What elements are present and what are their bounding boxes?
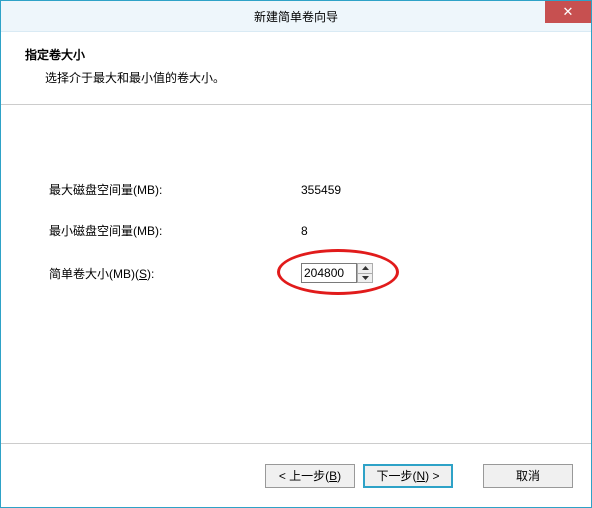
next-button[interactable]: 下一步(N) > [363,464,453,488]
spinner-up-button[interactable] [358,264,372,274]
spinner-down-button[interactable] [358,274,372,283]
label-volume-size: 简单卷大小(MB)(S): [49,265,301,282]
wizard-footer: < 上一步(B) 下一步(N) > 取消 [1,443,591,507]
cancel-button[interactable]: 取消 [483,464,573,488]
window-title: 新建简单卷向导 [254,8,338,25]
value-max-disk-space: 355459 [301,183,341,197]
label-min-disk-space: 最小磁盘空间量(MB): [49,222,301,239]
header-title: 指定卷大小 [25,46,571,63]
volume-size-spinner [301,263,373,283]
volume-size-input[interactable] [301,263,357,283]
row-volume-size: 简单卷大小(MB)(S): [49,263,591,283]
wizard-header: 指定卷大小 选择介于最大和最小值的卷大小。 [1,32,591,105]
value-min-disk-space: 8 [301,224,308,238]
wizard-window: 新建简单卷向导 ✕ 指定卷大小 选择介于最大和最小值的卷大小。 最大磁盘空间量(… [0,0,592,508]
label-max-disk-space: 最大磁盘空间量(MB): [49,181,301,198]
row-max-disk-space: 最大磁盘空间量(MB): 355459 [49,181,591,198]
header-subtitle: 选择介于最大和最小值的卷大小。 [45,69,571,86]
hotkey-s: S [139,267,147,281]
hotkey-n: N [416,469,425,483]
titlebar: 新建简单卷向导 ✕ [1,1,591,32]
hotkey-b: B [329,469,337,483]
back-button[interactable]: < 上一步(B) [265,464,355,488]
chevron-down-icon [362,276,369,280]
wizard-body: 最大磁盘空间量(MB): 355459 最小磁盘空间量(MB): 8 简单卷大小… [1,101,591,443]
close-icon: ✕ [563,4,574,20]
close-button[interactable]: ✕ [545,1,591,23]
chevron-up-icon [362,266,369,270]
row-min-disk-space: 最小磁盘空间量(MB): 8 [49,222,591,239]
spinner-buttons [357,263,373,283]
